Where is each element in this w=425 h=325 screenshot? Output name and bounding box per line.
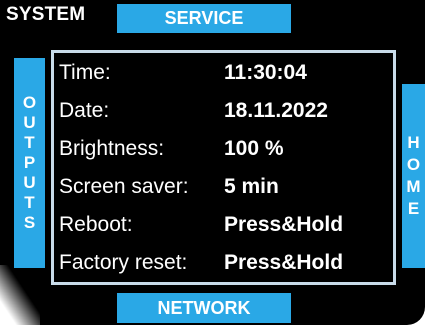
outputs-letter: T — [24, 193, 35, 212]
system-panel: SYSTEM SERVICE O U T P U T S H O M E Tim… — [0, 0, 425, 325]
home-letter: E — [407, 199, 420, 218]
setting-label: Date: — [59, 99, 110, 122]
setting-row-time[interactable]: Time: 11:30:04 — [59, 57, 394, 89]
setting-row-reboot[interactable]: Reboot: Press&Hold — [59, 209, 394, 241]
settings-frame: Time: 11:30:04 Date: 18.11.2022 Brightne… — [51, 50, 396, 285]
setting-label: Time: — [59, 61, 111, 84]
device-screen: SYSTEM SERVICE O U T P U T S H O M E Tim… — [0, 0, 425, 325]
setting-value: Press&Hold — [224, 213, 344, 236]
setting-row-screen-saver[interactable]: Screen saver: 5 min — [59, 171, 394, 203]
setting-value: 11:30:04 — [224, 61, 307, 84]
outputs-letter: U — [23, 173, 36, 192]
service-button[interactable]: SERVICE — [117, 4, 291, 33]
home-letter: M — [406, 177, 421, 196]
setting-label: Brightness: — [59, 137, 165, 160]
setting-label: Factory reset: — [59, 251, 188, 274]
setting-value: 18.11.2022 — [224, 99, 328, 122]
outputs-letter: S — [23, 213, 36, 232]
outputs-letter: O — [22, 93, 37, 112]
outputs-letter: P — [23, 153, 36, 172]
setting-label: Reboot: — [59, 213, 133, 236]
setting-value: 100 % — [224, 137, 284, 160]
setting-label: Screen saver: — [59, 175, 189, 198]
setting-value: 5 min — [224, 175, 279, 198]
home-button[interactable]: H O M E — [402, 84, 425, 268]
setting-row-brightness[interactable]: Brightness: 100 % — [59, 133, 394, 165]
home-letter: O — [406, 155, 421, 174]
outputs-button[interactable]: O U T P U T S — [14, 58, 45, 268]
home-letter: H — [407, 133, 420, 152]
network-button[interactable]: NETWORK — [117, 293, 291, 323]
setting-value: Press&Hold — [224, 251, 344, 274]
outputs-letter: T — [24, 133, 35, 152]
outputs-letter: U — [23, 113, 36, 132]
page-title: SYSTEM — [6, 4, 86, 25]
setting-row-date[interactable]: Date: 18.11.2022 — [59, 95, 394, 127]
setting-row-factory-reset[interactable]: Factory reset: Press&Hold — [59, 247, 394, 279]
